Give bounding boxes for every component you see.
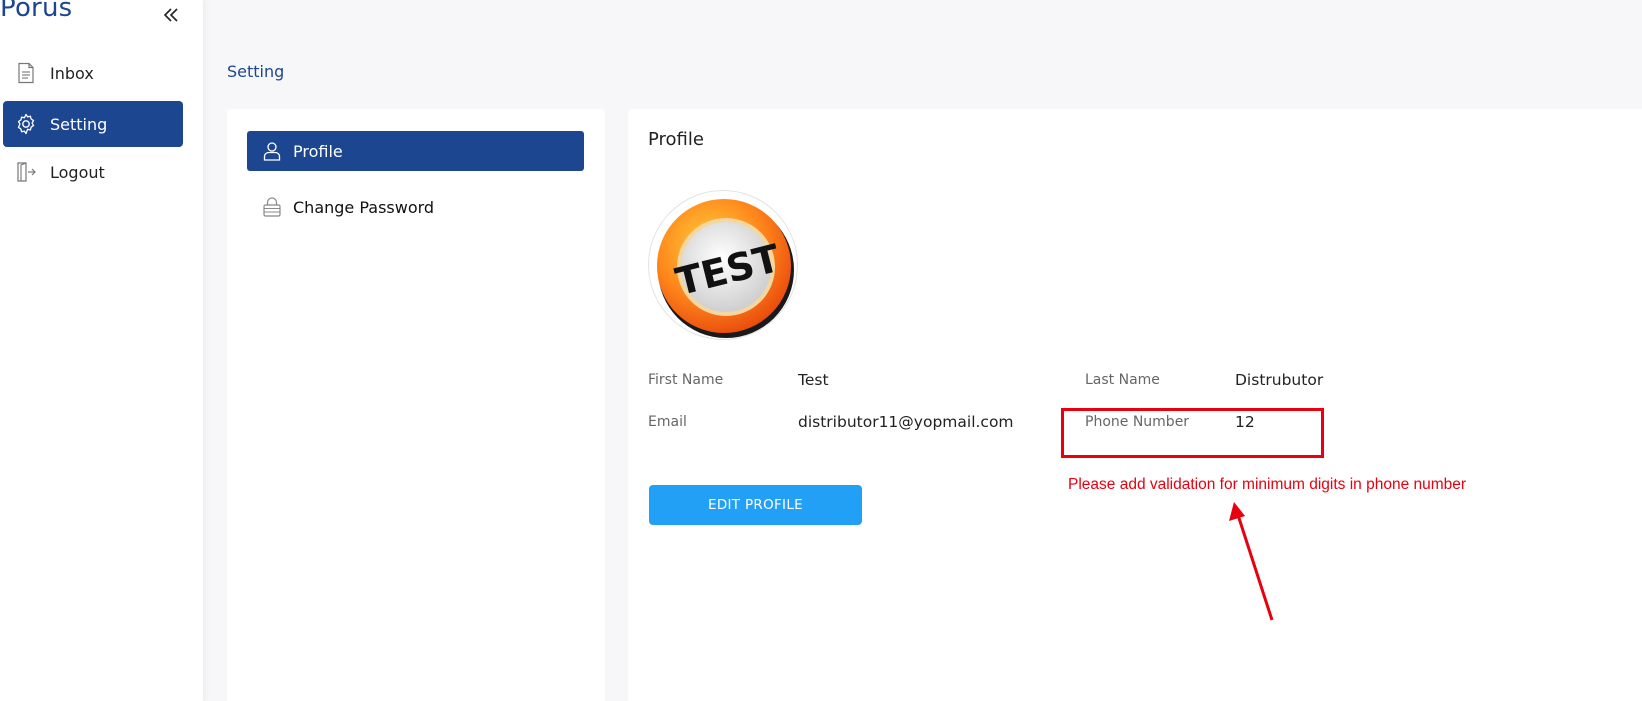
page-title: Setting: [227, 62, 285, 81]
sidebar: Porus Inbox Setting Logout: [0, 0, 203, 701]
annotation-text: Please add validation for minimum digits…: [1068, 476, 1467, 493]
user-icon: [261, 140, 283, 162]
profile-panel: Profile TEST First Name Test Last Name D…: [628, 109, 1642, 701]
sidebar-item-label: Logout: [50, 162, 105, 182]
email-value: distributor11@yopmail.com: [798, 413, 1014, 431]
lock-icon: [261, 196, 283, 218]
brand-logo: Porus: [0, 0, 73, 23]
avatar: TEST: [648, 190, 798, 340]
last-name-value: Distrubutor: [1235, 371, 1324, 389]
settings-item-label: Profile: [293, 141, 343, 161]
sidebar-item-setting[interactable]: Setting: [3, 101, 183, 147]
settings-item-change-password[interactable]: Change Password: [247, 187, 584, 227]
sidebar-item-inbox[interactable]: Inbox: [3, 50, 183, 96]
settings-menu-panel: Profile Change Password: [227, 109, 605, 701]
sidebar-item-label: Inbox: [50, 63, 94, 83]
annotation-highlight-box: [1061, 408, 1324, 458]
gear-icon: [14, 112, 38, 136]
profile-title: Profile: [648, 129, 704, 150]
last-name-label: Last Name: [1085, 372, 1160, 388]
annotation-arrow-icon: [1229, 502, 1274, 621]
email-label: Email: [648, 414, 687, 430]
sidebar-item-logout[interactable]: Logout: [3, 149, 183, 195]
edit-profile-button[interactable]: EDIT PROFILE: [649, 485, 862, 525]
first-name-value: Test: [798, 371, 829, 389]
settings-item-profile[interactable]: Profile: [247, 131, 584, 171]
first-name-label: First Name: [648, 372, 724, 388]
document-icon: [14, 61, 38, 85]
sidebar-item-label: Setting: [50, 114, 108, 134]
logout-icon: [14, 160, 38, 184]
double-chevron-left-icon[interactable]: [160, 4, 182, 26]
settings-item-label: Change Password: [293, 197, 435, 217]
